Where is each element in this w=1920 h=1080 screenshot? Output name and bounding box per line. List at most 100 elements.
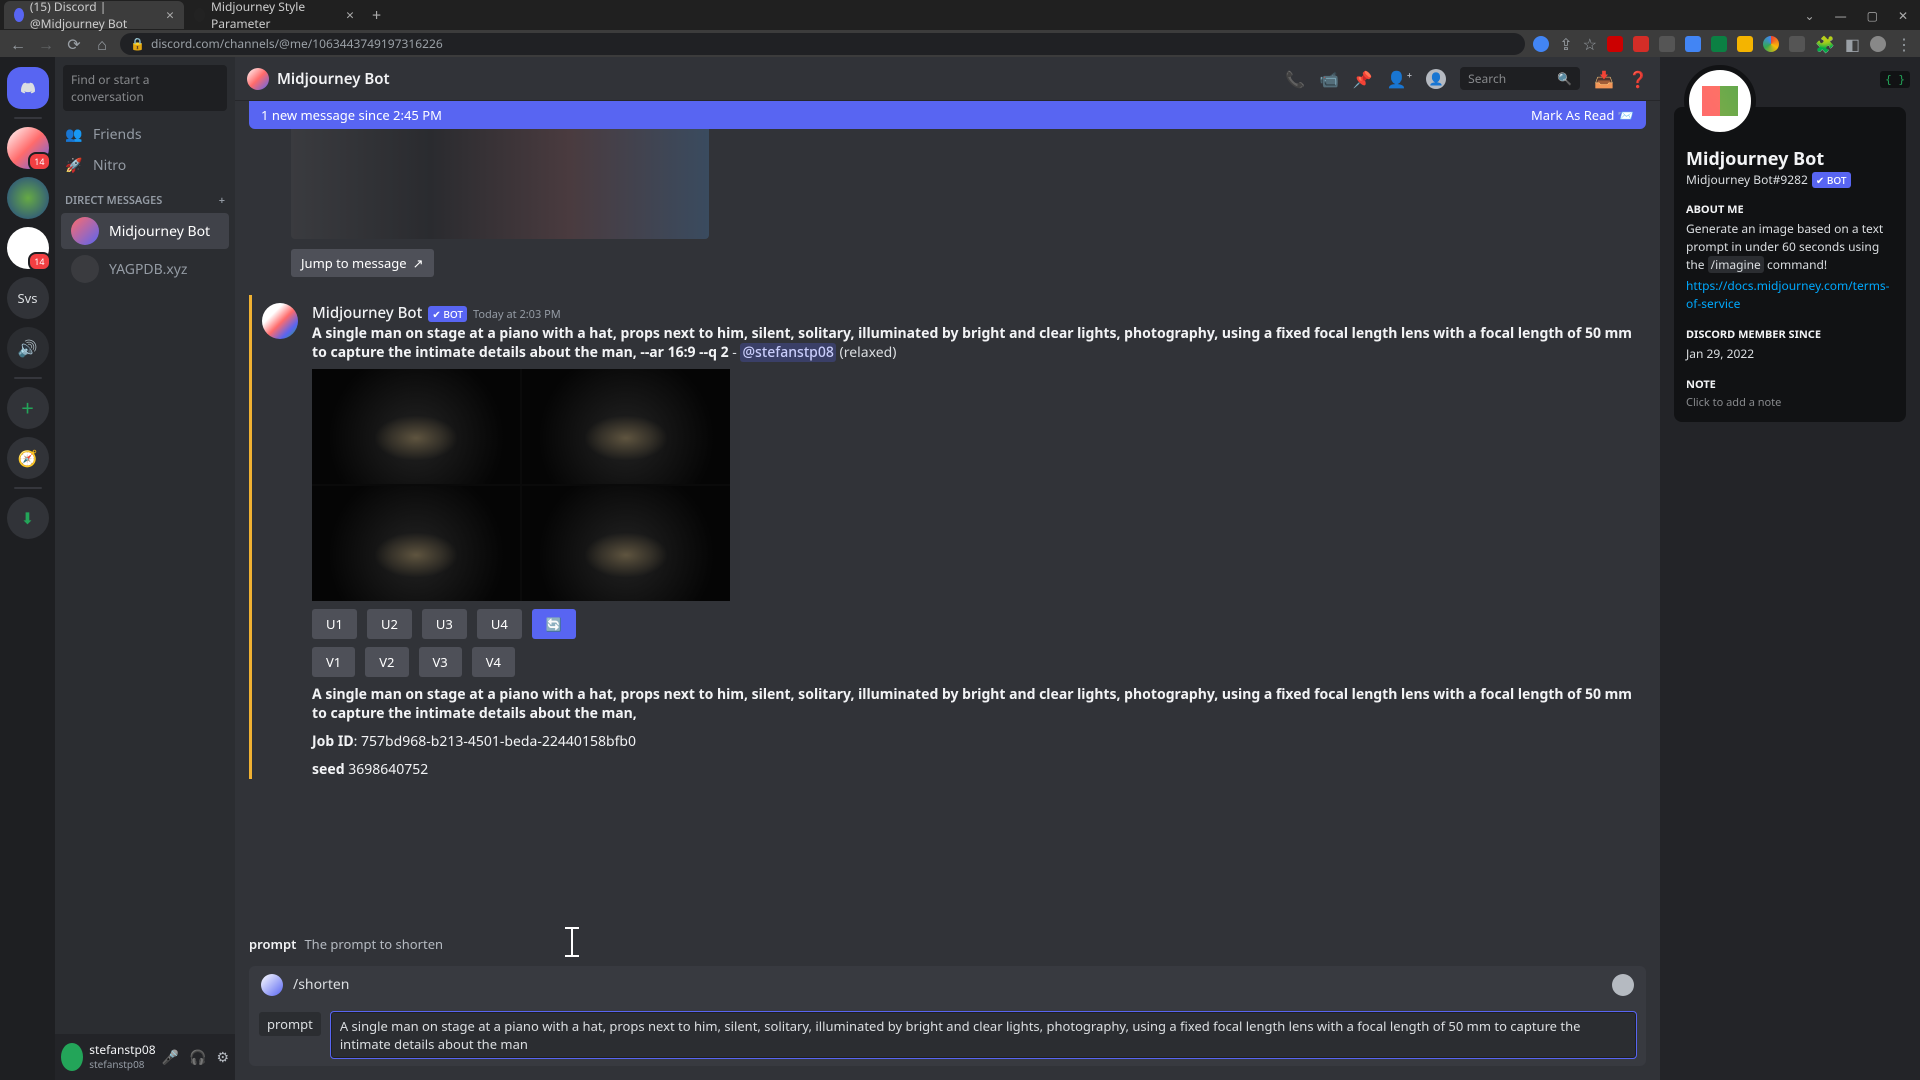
close-window-icon[interactable]: ✕ [1898,7,1908,24]
user-profile-icon[interactable]: 👤 [1426,69,1446,89]
translate-icon[interactable] [1533,36,1549,52]
prompt-text-input[interactable]: A single man on stage at a piano with a … [331,1012,1636,1058]
deafen-icon[interactable]: 🎧 [189,1048,206,1067]
v2-button[interactable]: V2 [365,647,408,677]
ext-icon[interactable] [1763,36,1779,52]
author-name[interactable]: Midjourney Bot [312,303,422,323]
home-icon[interactable]: ⌂ [92,33,112,55]
ext-icon[interactable] [1685,36,1701,52]
mj-favicon [194,8,205,22]
u4-button[interactable]: U4 [477,609,522,639]
u3-button[interactable]: U3 [422,609,467,639]
ext-icon[interactable] [1789,36,1805,52]
maximize-icon[interactable]: ▢ [1867,7,1878,24]
user-info[interactable]: stefanstp08 stefanstp08 [89,1043,155,1070]
new-message-bar[interactable]: 1 new message since 2:45 PM Mark As Read… [249,101,1646,129]
user-tag: stefanstp08 [89,1057,155,1071]
menu-icon[interactable]: ⋮ [1896,33,1912,55]
user-avatar[interactable] [61,1043,83,1071]
ext-icon[interactable] [1737,36,1753,52]
url-input[interactable]: 🔒 discord.com/channels/@me/1063443749197… [120,33,1525,55]
user-mention[interactable]: @stefanstp08 [740,343,835,362]
forward-icon[interactable]: → [36,33,56,55]
guild-item[interactable]: 🔊 [7,327,49,369]
friends-tab[interactable]: 👥 Friends [55,119,235,150]
lastpass-icon[interactable] [1633,36,1649,52]
dm-name: Midjourney Bot [109,222,210,241]
imagine-command-pill[interactable]: /imagine [1708,256,1764,273]
reroll-button[interactable]: 🔄 [532,609,576,639]
header-avatar [247,68,269,90]
chevron-down-icon[interactable]: ⌄ [1805,7,1815,24]
create-dm-icon[interactable]: + [219,193,225,208]
help-icon[interactable]: ❓ [1628,68,1648,90]
message-list[interactable]: Jump to message ↗ Midjourney Bot ✔ BOT T… [235,129,1660,924]
sailboat-icon [1702,86,1738,116]
ext-icon[interactable] [1711,36,1727,52]
channel-sidebar: Find or start a conversation 👥 Friends 🚀… [55,57,235,1080]
profile-avatar-icon[interactable] [1870,36,1886,52]
gen-image-1 [312,369,520,484]
guild-svs[interactable]: Svs [7,277,49,319]
bot-badge: ✔ BOT [1812,172,1851,188]
explore-button[interactable]: 🧭 [7,437,49,479]
home-button[interactable] [7,67,49,109]
previous-message-image[interactable] [291,129,709,239]
browser-tab-discord[interactable]: (15) Discord | @Midjourney Bot × [4,1,184,29]
search-input[interactable]: Search 🔍 [1460,67,1580,90]
guild-item[interactable]: 14 [7,227,49,269]
author-avatar[interactable] [262,303,298,339]
mark-as-read-button[interactable]: Mark As Read 📨 [1531,106,1634,124]
v4-button[interactable]: V4 [472,647,515,677]
sidepanel-icon[interactable]: ◧ [1845,33,1860,55]
param-desc: The prompt to shorten [304,935,443,953]
tab-bar: (15) Discord | @Midjourney Bot × Midjour… [0,0,1920,30]
bookmark-icon[interactable]: ☆ [1583,33,1597,55]
minimize-icon[interactable]: — [1835,7,1847,24]
ext-icon[interactable] [1659,36,1675,52]
nitro-tab[interactable]: 🚀 Nitro [55,150,235,181]
settings-icon[interactable]: ⚙ [216,1048,229,1067]
download-button[interactable]: ⬇ [7,497,49,539]
adblock-icon[interactable] [1607,36,1623,52]
mute-icon[interactable]: 🎤 [162,1048,179,1067]
generated-image-grid[interactable] [312,369,730,601]
add-friends-icon[interactable]: 👤⁺ [1387,68,1412,90]
inbox-icon[interactable]: 📥 [1594,68,1614,90]
profile-tag: Midjourney Bot#9282 ✔ BOT [1686,171,1894,188]
note-input[interactable]: Click to add a note [1686,395,1894,410]
v3-button[interactable]: V3 [419,647,462,677]
chat-header: Midjourney Bot 📞 📹 📌 👤⁺ 👤 Search 🔍 📥 ❓ [235,57,1660,101]
share-icon[interactable]: ⇪ [1559,33,1572,55]
notification-badge: 14 [28,152,50,171]
back-icon[interactable]: ← [8,33,28,55]
new-tab-button[interactable]: + [364,4,389,26]
reload-icon[interactable]: ⟳ [64,33,84,55]
dm-midjourney-bot[interactable]: Midjourney Bot [61,213,229,249]
lock-icon: 🔒 [130,35,145,52]
profile-name: Midjourney Bot [1686,147,1894,171]
u2-button[interactable]: U2 [367,609,412,639]
add-server-button[interactable]: + [7,387,49,429]
v1-button[interactable]: V1 [312,647,355,677]
docs-link[interactable]: https://docs.midjourney.com/terms-of-ser… [1686,277,1894,313]
browser-tab-midjourney-docs[interactable]: Midjourney Style Parameter × [184,1,364,29]
guild-item[interactable]: 14 [7,127,49,169]
close-icon[interactable]: × [166,6,174,25]
guild-separator [14,487,42,489]
dm-yagpdb[interactable]: YAGPDB.xyz [61,251,229,287]
emoji-picker-icon[interactable] [1612,974,1634,996]
find-conversation-input[interactable]: Find or start a conversation [63,65,227,111]
profile-avatar[interactable] [1684,65,1756,137]
pinned-icon[interactable]: 📌 [1353,68,1373,90]
video-call-icon[interactable]: 📹 [1319,68,1339,90]
extensions-icon[interactable]: 🧩 [1815,33,1835,55]
guild-item[interactable] [7,177,49,219]
search-placeholder: Search [1468,70,1506,87]
main-chat: Midjourney Bot 📞 📹 📌 👤⁺ 👤 Search 🔍 📥 ❓ 1… [235,57,1660,1080]
voice-call-icon[interactable]: 📞 [1285,68,1305,90]
u1-button[interactable]: U1 [312,609,357,639]
close-icon[interactable]: × [346,6,354,25]
jump-to-message-button[interactable]: Jump to message ↗ [291,249,434,277]
dev-mode-icon[interactable]: { } [1880,71,1910,88]
